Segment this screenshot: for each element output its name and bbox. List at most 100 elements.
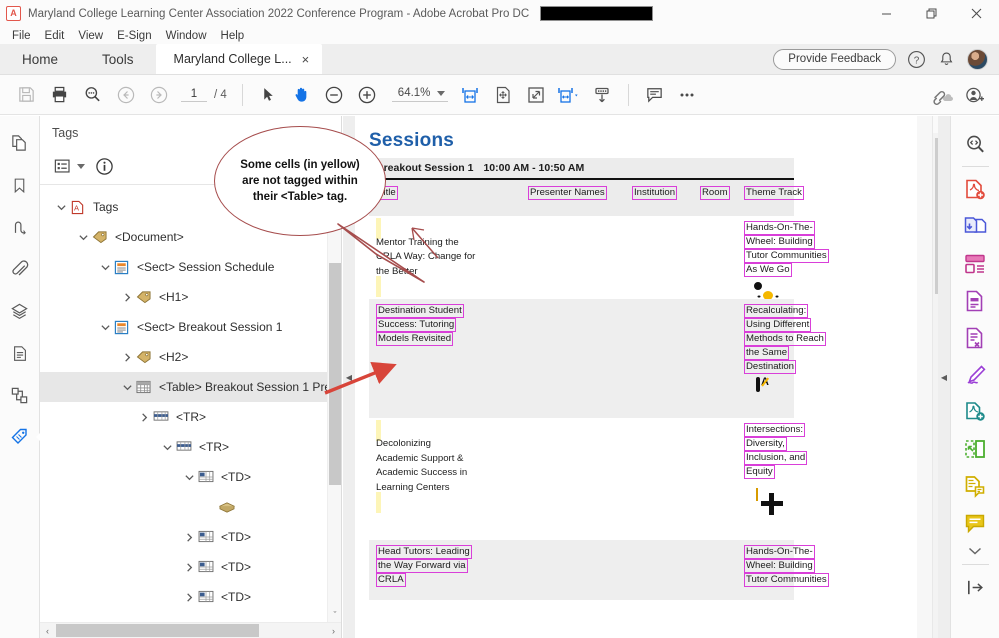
tree-node-h1[interactable]: <H1> bbox=[40, 282, 341, 312]
tab-home[interactable]: Home bbox=[0, 44, 81, 74]
menu-help[interactable]: Help bbox=[214, 29, 252, 43]
destinations-icon[interactable] bbox=[5, 382, 35, 408]
share-link-icon[interactable] bbox=[926, 80, 959, 110]
more-tools-chevron-icon[interactable] bbox=[955, 541, 995, 561]
chevron-down-icon[interactable] bbox=[52, 202, 70, 213]
info-icon[interactable] bbox=[93, 155, 116, 178]
save-icon[interactable] bbox=[10, 80, 43, 110]
chevron-down-icon[interactable] bbox=[74, 232, 92, 243]
previous-page-icon[interactable] bbox=[109, 80, 142, 110]
collapse-tools-pane-icon[interactable] bbox=[955, 569, 995, 606]
scroll-mode-icon[interactable] bbox=[586, 80, 619, 110]
sidebar-item-tags[interactable] bbox=[5, 424, 45, 450]
more-tools-icon[interactable] bbox=[671, 80, 704, 110]
print-icon[interactable] bbox=[43, 80, 76, 110]
hand-tool-icon[interactable] bbox=[285, 80, 318, 110]
fit-visible-icon[interactable] bbox=[520, 80, 553, 110]
scrollbar-track[interactable] bbox=[55, 624, 326, 637]
scroll-left-arrow-icon[interactable]: ‹ bbox=[40, 626, 55, 636]
tree-node-td-4[interactable]: <TD> bbox=[40, 582, 341, 612]
content-icon[interactable] bbox=[5, 340, 35, 366]
add-comment-icon[interactable] bbox=[638, 80, 671, 110]
zoom-out-icon[interactable] bbox=[318, 80, 351, 110]
close-button[interactable] bbox=[954, 0, 999, 27]
close-icon[interactable]: × bbox=[302, 53, 310, 66]
tree-node-tr-2[interactable]: <TR> bbox=[40, 432, 341, 462]
attachments-icon[interactable] bbox=[5, 256, 35, 282]
tree-node-td-3[interactable]: <TD> bbox=[40, 552, 341, 582]
notification-bell-icon[interactable] bbox=[937, 50, 956, 69]
chevron-down-icon[interactable] bbox=[180, 472, 198, 483]
chevron-right-icon[interactable] bbox=[135, 412, 153, 423]
search-icon[interactable] bbox=[76, 80, 109, 110]
tags-tree-vertical-scrollbar[interactable]: ˇ bbox=[327, 185, 341, 622]
chevron-down-icon[interactable] bbox=[158, 442, 176, 453]
tree-node-content-object[interactable] bbox=[40, 492, 341, 522]
chevron-down-icon[interactable] bbox=[77, 164, 85, 169]
page-thumbnails-icon[interactable] bbox=[5, 130, 35, 156]
chevron-right-icon[interactable] bbox=[180, 592, 198, 603]
bookmarks-icon[interactable] bbox=[5, 172, 35, 198]
scrollbar-thumb[interactable] bbox=[329, 263, 341, 485]
export-pdf-icon[interactable] bbox=[955, 319, 995, 356]
question-circle-icon[interactable]: ? bbox=[907, 50, 926, 69]
tags-tree-horizontal-scrollbar[interactable]: ‹ › bbox=[40, 622, 341, 638]
layers-icon[interactable] bbox=[5, 298, 35, 324]
tree-node-h2[interactable]: <H2> bbox=[40, 342, 341, 372]
order-icon[interactable] bbox=[5, 214, 35, 240]
redact-icon[interactable] bbox=[955, 467, 995, 504]
options-menu-icon[interactable] bbox=[52, 156, 87, 177]
select-tool-icon[interactable] bbox=[252, 80, 285, 110]
chevron-right-icon[interactable] bbox=[118, 352, 136, 363]
provide-feedback-button[interactable]: Provide Feedback bbox=[773, 48, 896, 70]
fit-width-icon[interactable] bbox=[454, 80, 487, 110]
organize-pages-icon[interactable] bbox=[955, 245, 995, 282]
search-document-icon[interactable] bbox=[955, 126, 995, 163]
menu-file[interactable]: File bbox=[5, 29, 38, 43]
tab-tools[interactable]: Tools bbox=[80, 44, 156, 74]
menu-esign[interactable]: E-Sign bbox=[110, 29, 159, 43]
menu-window[interactable]: Window bbox=[159, 29, 214, 43]
current-page-input[interactable] bbox=[181, 87, 207, 102]
chevron-right-icon[interactable] bbox=[118, 292, 136, 303]
tree-node-document[interactable]: <Document> bbox=[40, 222, 341, 252]
chevron-right-icon[interactable] bbox=[180, 532, 198, 543]
minimize-button[interactable] bbox=[864, 0, 909, 27]
document-view[interactable]: Sessions Breakout Session 1 10:00 AM - 1… bbox=[355, 116, 950, 638]
tree-node-td-1[interactable]: <TD> bbox=[40, 462, 341, 492]
page-display-icon[interactable] bbox=[553, 80, 586, 110]
avatar[interactable] bbox=[967, 48, 988, 70]
pan-page-icon[interactable] bbox=[487, 80, 520, 110]
accessibility-icon[interactable] bbox=[955, 430, 995, 467]
zoom-in-icon[interactable] bbox=[351, 80, 384, 110]
tab-document[interactable]: Maryland College L... × bbox=[155, 44, 323, 74]
add-person-icon[interactable] bbox=[959, 80, 992, 110]
chevron-down-icon[interactable] bbox=[118, 382, 136, 393]
collapse-tags-panel-button[interactable]: ◀ bbox=[343, 116, 355, 638]
tags-tree[interactable]: A Tags <Document> <Sect> Session Schedul… bbox=[40, 185, 341, 622]
menu-edit[interactable]: Edit bbox=[38, 29, 72, 43]
create-pdf-icon[interactable] bbox=[955, 171, 995, 208]
scroll-down-arrow-icon[interactable]: ˇ bbox=[328, 607, 341, 622]
chevron-down-icon[interactable] bbox=[96, 262, 114, 273]
tree-node-tr-1[interactable]: <TR> bbox=[40, 402, 341, 432]
chevron-right-icon[interactable] bbox=[180, 562, 198, 573]
maximize-restore-button[interactable] bbox=[909, 0, 954, 27]
menu-view[interactable]: View bbox=[71, 29, 110, 43]
comment-panel-icon[interactable] bbox=[955, 504, 995, 541]
send-for-signature-icon[interactable] bbox=[955, 393, 995, 430]
next-page-icon[interactable] bbox=[142, 80, 175, 110]
scrollbar-thumb[interactable] bbox=[56, 624, 259, 637]
tree-node-tags[interactable]: A Tags bbox=[40, 192, 341, 222]
combine-files-icon[interactable] bbox=[955, 208, 995, 245]
scroll-right-arrow-icon[interactable]: › bbox=[326, 626, 341, 636]
chevron-down-icon[interactable] bbox=[96, 322, 114, 333]
tree-node-sect-breakout-session-1[interactable]: <Sect> Breakout Session 1 bbox=[40, 312, 341, 342]
tree-node-td-2[interactable]: <TD> bbox=[40, 522, 341, 552]
chevron-down-icon[interactable] bbox=[436, 90, 445, 96]
zoom-level-selector[interactable]: 64.1% bbox=[391, 87, 448, 102]
fill-and-sign-icon[interactable] bbox=[955, 356, 995, 393]
tree-node-sect-session-schedule[interactable]: <Sect> Session Schedule bbox=[40, 252, 341, 282]
edit-pdf-icon[interactable] bbox=[955, 282, 995, 319]
collapse-right-panel-button[interactable]: ◀ bbox=[938, 116, 950, 638]
